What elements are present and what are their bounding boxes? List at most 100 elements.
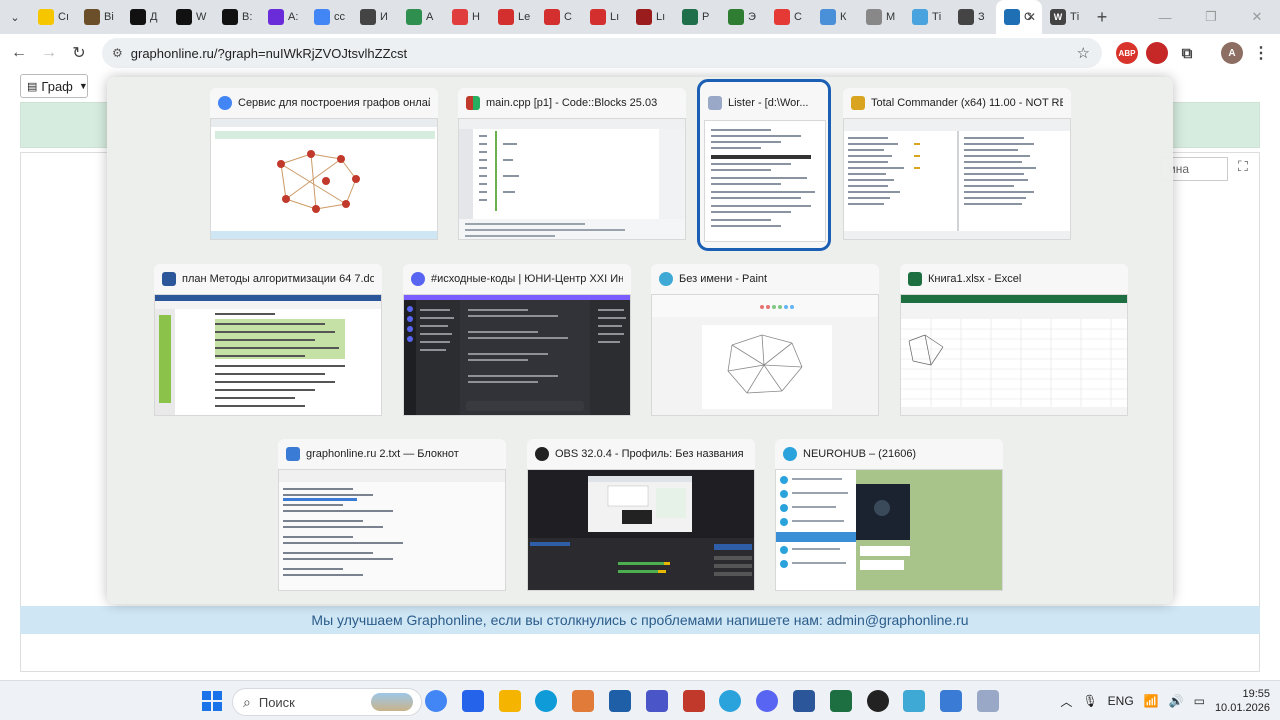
- window-card-notepad[interactable]: graphonline.ru 2.txt — Блокнот: [278, 439, 506, 591]
- browser-tab[interactable]: Ві: [76, 0, 122, 34]
- browser-tab[interactable]: W: [168, 0, 214, 34]
- taskbar-codeblocks-icon[interactable]: [682, 690, 705, 712]
- back-button[interactable]: ←: [4, 38, 34, 68]
- browser-tab[interactable]: Le: [490, 0, 536, 34]
- tab-label: сс: [334, 11, 345, 23]
- tab-favicon-icon: [544, 9, 560, 25]
- start-windows-icon[interactable]: [202, 691, 222, 711]
- window-title: Lister - [d:\Wor...: [708, 94, 820, 112]
- window-card-excel[interactable]: Книга1.xlsx - Excel: [900, 264, 1128, 416]
- browser-tab[interactable]: З: [950, 0, 996, 34]
- browser-tab[interactable]: С: [536, 0, 582, 34]
- taskbar-snipping-icon[interactable]: [609, 690, 631, 712]
- forward-button[interactable]: →: [34, 38, 64, 68]
- window-card-paint[interactable]: Без имени - Paint: [651, 264, 879, 416]
- taskbar-discord-icon[interactable]: [756, 690, 779, 712]
- window-title: Книга1.xlsx - Excel: [908, 270, 1120, 288]
- volume-icon[interactable]: 🔊: [1169, 694, 1184, 708]
- new-tab-button[interactable]: +: [1088, 0, 1116, 34]
- language-indicator[interactable]: ENG: [1108, 694, 1134, 708]
- taskbar-edge-icon[interactable]: [535, 690, 558, 712]
- taskbar-search[interactable]: ⌕ Поиск: [232, 688, 422, 716]
- browser-tab[interactable]: Lı: [628, 0, 674, 34]
- clock[interactable]: 19:55 10.01.2026: [1215, 687, 1270, 715]
- browser-tab[interactable]: В:: [214, 0, 260, 34]
- browser-tab[interactable]: А:: [260, 0, 306, 34]
- browser-tab[interactable]: М: [858, 0, 904, 34]
- browser-tab[interactable]: Д: [122, 0, 168, 34]
- clock-date: 10.01.2026: [1214, 702, 1270, 714]
- browser-tab[interactable]: Lı: [582, 0, 628, 34]
- lister-icon: [708, 96, 722, 110]
- browser-tab[interactable]: Р: [674, 0, 720, 34]
- taskbar-explorer-icon[interactable]: [498, 690, 521, 712]
- browser-tab[interactable]: сс: [306, 0, 352, 34]
- tab-search-menu-icon[interactable]: ⌄: [0, 0, 30, 34]
- window-card-discord[interactable]: #исходные-коды | ЮНИ-Центр XXI Ин...: [403, 264, 631, 416]
- reload-button[interactable]: ↻: [64, 38, 94, 68]
- taskbar-obs-icon[interactable]: [866, 690, 889, 712]
- extension-red-icon[interactable]: [1146, 42, 1168, 64]
- browser-tab[interactable]: W Ті: [1042, 0, 1088, 34]
- tab-label: W: [196, 11, 207, 23]
- taskbar-notepad-icon[interactable]: [940, 690, 963, 712]
- extensions-puzzle-icon[interactable]: ⧉: [1176, 42, 1198, 64]
- taskbar-word-icon[interactable]: [793, 690, 815, 712]
- window-card-graphonline[interactable]: Сервис для построения графов онлайн...: [210, 88, 438, 240]
- battery-icon[interactable]: ▭: [1194, 694, 1205, 708]
- graph-menu-button[interactable]: ▤ Граф ▼: [20, 74, 88, 98]
- taskbar-lister-icon[interactable]: [977, 690, 999, 712]
- obs-icon: [535, 447, 549, 461]
- browser-tab[interactable]: Сı: [30, 0, 76, 34]
- profile-avatar[interactable]: A: [1221, 42, 1243, 64]
- microphone-icon[interactable]: 🎙: [1082, 694, 1097, 708]
- browser-tab[interactable]: Э: [720, 0, 766, 34]
- taskbar-excel-icon[interactable]: [829, 690, 852, 712]
- window-card-obs[interactable]: OBS 32.0.4 - Профиль: Без названия - С..…: [527, 439, 755, 591]
- tab-label: М: [886, 11, 896, 23]
- bookmark-star-icon[interactable]: ☆: [1077, 44, 1090, 62]
- tab-label: А:: [288, 11, 299, 23]
- codeblocks-icon: [466, 96, 480, 110]
- fullscreen-icon[interactable]: ⛶: [1238, 158, 1248, 175]
- adblock-extension-icon[interactable]: ABP: [1116, 42, 1138, 64]
- excel-icon: [908, 272, 922, 286]
- tab-label: Д: [150, 11, 158, 23]
- taskbar-paint-icon[interactable]: [572, 690, 595, 712]
- taskbar-paint3d-icon[interactable]: [903, 690, 926, 712]
- taskbar-save-icon[interactable]: [645, 690, 668, 712]
- window-card-total-commander[interactable]: Total Commander (x64) 11.00 - NOT REG...: [843, 88, 1071, 240]
- active-tab[interactable]: С ✕: [996, 0, 1042, 34]
- tab-favicon-icon: [314, 9, 330, 25]
- window-card-codeblocks[interactable]: main.cpp [p1] - Code::Blocks 25.03: [458, 88, 686, 240]
- chevron-up-icon[interactable]: ︿: [1060, 693, 1072, 710]
- tab-favicon-icon: [866, 9, 882, 25]
- tab-label: Ві: [104, 11, 114, 23]
- minimize-icon[interactable]: —: [1142, 0, 1188, 34]
- window-thumbnail: [278, 469, 506, 591]
- window-card-word[interactable]: план Методы алгоритмизации 64 7.doc...: [154, 264, 382, 416]
- taskbar-store-icon[interactable]: [461, 690, 484, 712]
- browser-tab[interactable]: Ті: [904, 0, 950, 34]
- close-window-icon[interactable]: ✕: [1234, 0, 1280, 34]
- taskbar-chrome-icon[interactable]: [425, 690, 447, 712]
- browser-tab[interactable]: И: [352, 0, 398, 34]
- chrome-icon: [218, 96, 232, 110]
- window-thumbnail: [843, 118, 1071, 240]
- browser-menu-icon[interactable]: ⋮: [1250, 42, 1272, 64]
- browser-tab[interactable]: А: [398, 0, 444, 34]
- maximize-icon[interactable]: ❐: [1188, 0, 1234, 34]
- window-card-telegram[interactable]: NEUROHUB – (21606): [775, 439, 1003, 591]
- browser-tab[interactable]: К: [812, 0, 858, 34]
- taskbar-telegram-icon[interactable]: [719, 690, 742, 712]
- tab-label: А: [426, 11, 434, 23]
- tab-favicon-icon: [912, 9, 928, 25]
- address-bar[interactable]: ⚙ graphonline.ru/?graph=nuIWkRjZVOJtsvlh…: [102, 38, 1102, 68]
- window-card-lister[interactable]: Lister - [d:\Wor...: [697, 79, 831, 251]
- close-tab-icon[interactable]: ✕: [1026, 10, 1036, 24]
- browser-tab[interactable]: Н: [444, 0, 490, 34]
- wifi-icon[interactable]: 📶: [1144, 694, 1159, 708]
- tab-favicon-icon: [406, 9, 422, 25]
- browser-tab[interactable]: С: [766, 0, 812, 34]
- site-info-icon[interactable]: ⚙: [112, 46, 123, 60]
